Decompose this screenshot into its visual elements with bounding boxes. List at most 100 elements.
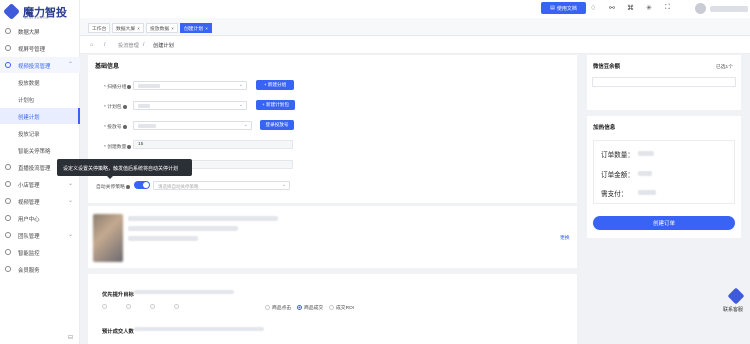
video-title: [128, 216, 278, 221]
target-option-roi[interactable]: 成交ROI: [329, 304, 354, 311]
group-select[interactable]: ⌄: [133, 81, 247, 90]
target-option-deal[interactable]: 商品成交: [297, 304, 323, 311]
home-icon[interactable]: ⌂: [90, 42, 93, 48]
video-meta: [128, 236, 198, 241]
support-icon: [727, 287, 745, 305]
change-video-link[interactable]: 更换: [560, 234, 570, 241]
breadcrumb-sep: /: [143, 42, 145, 48]
help-icon[interactable]: [127, 144, 132, 149]
breadcrumb-parent[interactable]: 投流管理: [118, 42, 139, 49]
balance-field[interactable]: [592, 77, 736, 87]
sidebar-item-dashboard[interactable]: 数据大屏: [0, 23, 80, 39]
video-thumbnail[interactable]: [93, 214, 123, 262]
order-amount-value: [638, 171, 652, 176]
login-promo-button[interactable]: 登录投放号: [260, 120, 294, 130]
sidebar-item-videos[interactable]: 视频管理 ⌄: [0, 193, 80, 209]
tab-dashboard[interactable]: 数据大屏 ×: [112, 23, 144, 33]
sidebar-item-label: 直播投流管理: [18, 166, 51, 172]
auto-stop-select[interactable]: 请选择自动关停策略 ⌄: [153, 181, 290, 190]
monitor-icon: [5, 249, 11, 255]
balance-title: 微信豆余额: [593, 64, 620, 70]
pay-label: 需支付：: [601, 191, 628, 198]
sidebar-item-channels[interactable]: 视屏号管理: [0, 40, 80, 56]
app-logo[interactable]: 魔力智投 MOLI ZHITOU: [3, 2, 80, 22]
sidebar-item-shop[interactable]: 小店管理 ⌄: [0, 176, 80, 192]
close-icon[interactable]: ×: [171, 26, 174, 31]
help-icon[interactable]: [125, 184, 130, 189]
sidebar-item-label: 小店管理: [18, 183, 40, 189]
quantity-input[interactable]: 15: [133, 140, 293, 149]
tab-create-plan[interactable]: 创建计划 ×: [180, 23, 212, 33]
sidebar-subitem-plan-package[interactable]: 计划包: [0, 91, 80, 107]
tabs-bar: 工作台 数据大屏 × 投放数据 × 创建计划 ×: [80, 18, 750, 36]
order-count-label: 订单数量：: [601, 152, 634, 159]
order-count-value: [638, 151, 654, 156]
create-order-button[interactable]: 创建订单: [593, 216, 735, 230]
option-label: 商品点击: [272, 306, 292, 311]
sidebar-item-monitor[interactable]: 智能监控: [0, 244, 80, 260]
option-label: 商品成交: [304, 306, 324, 311]
collapse-icon[interactable]: ⊟: [68, 334, 73, 341]
pay-value: [638, 190, 656, 195]
avatar[interactable]: [695, 3, 706, 14]
fullscreen-icon[interactable]: ⛶: [665, 4, 670, 12]
command-icon[interactable]: ⌘: [627, 4, 634, 12]
help-icon[interactable]: [122, 124, 127, 129]
target-option-disabled: [126, 304, 133, 310]
target-option-click[interactable]: 商品点击: [265, 304, 291, 311]
section-title: 基础信息: [95, 64, 120, 70]
app-subtitle: MOLI ZHITOU: [24, 16, 49, 20]
chevron-down-icon: ⌄: [238, 102, 243, 108]
chevron-down-icon: ⌄: [281, 182, 286, 188]
link-icon[interactable]: ⚯: [609, 4, 615, 12]
support-label: 联系客服: [723, 307, 744, 313]
tab-label: 数据大屏: [116, 26, 136, 32]
new-group-button[interactable]: + 新建分组: [256, 80, 294, 90]
help-icon[interactable]: [122, 104, 127, 109]
chevron-down-icon: ⌄: [243, 122, 248, 128]
sidebar-subitem-label: 创建计划: [18, 115, 40, 121]
sidebar-subitem-auto-stop[interactable]: 智能关停策略: [0, 142, 80, 158]
user-name[interactable]: [710, 6, 748, 12]
book-icon: ▤: [550, 5, 555, 11]
plan-package-select[interactable]: ⌄: [133, 101, 247, 110]
target-option-disabled: [102, 304, 109, 310]
basic-info-card: 基础信息 * 扫播分组 ⌄ + 新建分组 * 计划包 ⌄ + 新建计划包 * 投…: [88, 55, 577, 203]
radio-icon: [265, 305, 270, 311]
tab-ad-data[interactable]: 投放数据 ×: [146, 23, 178, 33]
select-value: [138, 124, 156, 128]
top-bar: ▤ 使用文档 ♢ ⚯ ⌘ ✳ ⛶: [80, 0, 750, 18]
field-label-text: * 计划包: [104, 105, 122, 110]
radio-icon: [329, 305, 334, 311]
video-icon: [5, 62, 11, 68]
live-icon: [5, 164, 11, 170]
sidebar-item-label: 视频投流管理: [18, 64, 51, 70]
sidebar-item-user-center[interactable]: 用户中心: [0, 210, 80, 226]
promo-account-select[interactable]: ⌄: [133, 121, 252, 130]
new-plan-package-button[interactable]: + 新建计划包: [256, 100, 295, 110]
customer-service-widget[interactable]: 联系客服: [722, 287, 748, 318]
sidebar-item-video-ads[interactable]: 视频投流管理 ⌃: [0, 57, 80, 73]
theme-icon[interactable]: ✳: [646, 4, 652, 12]
sidebar-subitem-ad-data[interactable]: 投放数据: [0, 74, 80, 90]
docs-button[interactable]: ▤ 使用文档: [541, 2, 586, 14]
field-label-text: * 投放号: [104, 125, 122, 130]
sidebar-subitem-create-plan[interactable]: 创建计划: [0, 108, 80, 124]
sidebar-item-vip[interactable]: 会员服务: [0, 261, 80, 277]
breadcrumb-sep: /: [104, 42, 106, 48]
auto-stop-toggle[interactable]: [134, 181, 150, 189]
radio-icon: [126, 304, 131, 309]
tab-workbench[interactable]: 工作台: [88, 23, 111, 33]
sidebar-item-team[interactable]: 团队管理 ⌄: [0, 227, 80, 243]
chevron-down-icon: ⌄: [238, 82, 243, 88]
sidebar-item-label: 用户中心: [18, 217, 40, 223]
chevron-down-icon: ⌄: [67, 181, 73, 187]
logo-icon: [3, 3, 20, 20]
close-icon[interactable]: ×: [137, 26, 140, 31]
sidebar-subitem-ad-records[interactable]: 投放记录: [0, 125, 80, 141]
field-label-group: * 扫播分组: [104, 83, 132, 90]
close-icon[interactable]: ×: [205, 26, 208, 31]
bell-icon[interactable]: ♢: [590, 4, 596, 12]
help-icon[interactable]: [127, 84, 132, 89]
expected-buyers-hint: [134, 327, 264, 331]
